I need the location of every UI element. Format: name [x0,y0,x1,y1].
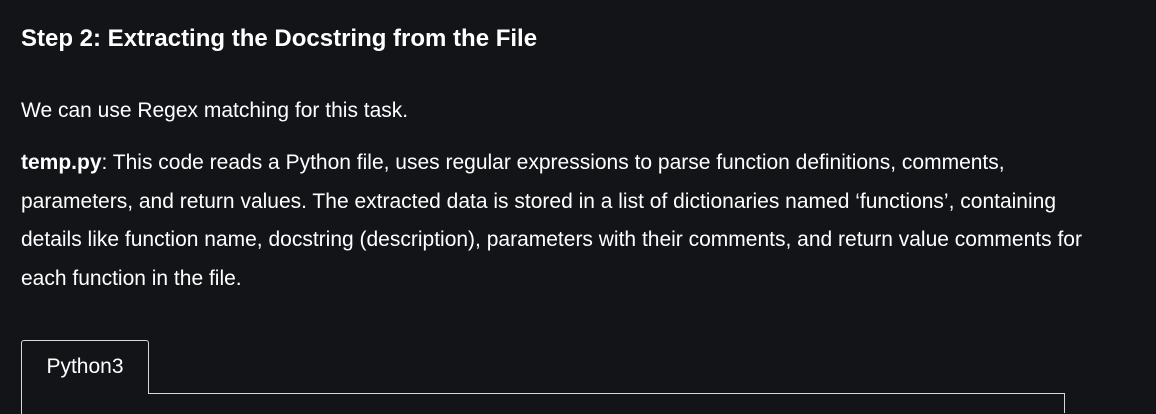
code-frame-border [149,393,1065,413]
tab-python3[interactable]: Python3 [21,340,149,394]
description-paragraph: temp.py: This code reads a Python file, … [21,144,1111,298]
intro-paragraph: We can use Regex matching for this task. [21,99,409,122]
code-frame-left-border [21,394,22,414]
step-heading: Step 2: Extracting the Docstring from th… [21,25,538,52]
file-name-label: temp.py [21,151,102,174]
description-text: : This code reads a Python file, uses re… [21,151,1082,290]
